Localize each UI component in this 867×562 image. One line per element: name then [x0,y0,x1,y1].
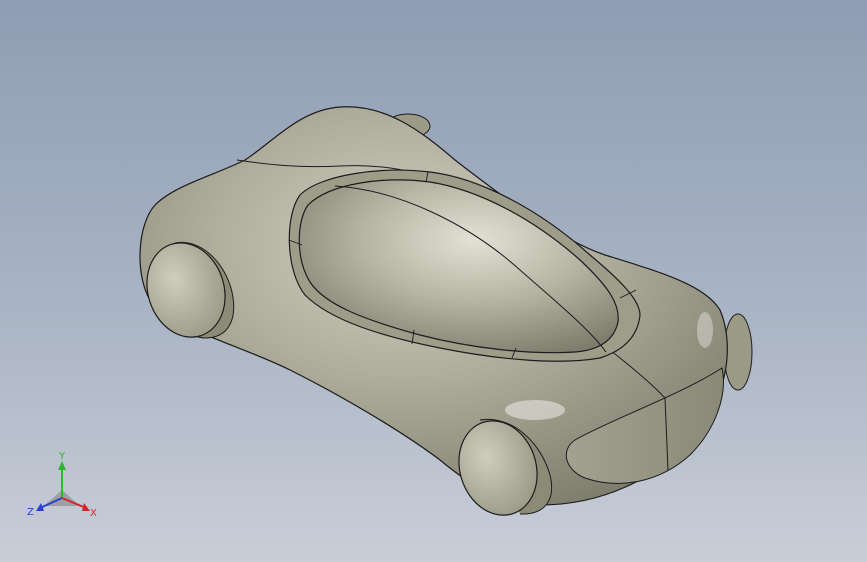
x-axis-arrow [82,503,90,511]
z-axis-label: Z [27,507,34,518]
x-axis-label: X [90,508,97,519]
y-axis-arrow [58,461,66,470]
body-highlight [505,400,565,420]
front-right-wheel [723,313,753,391]
body-highlight-2 [697,312,713,348]
y-axis-label: Y [58,451,66,462]
orientation-triad: Y X Z [27,451,97,519]
car-model[interactable] [0,0,867,562]
graphics-viewport[interactable]: Y X Z [0,0,867,562]
